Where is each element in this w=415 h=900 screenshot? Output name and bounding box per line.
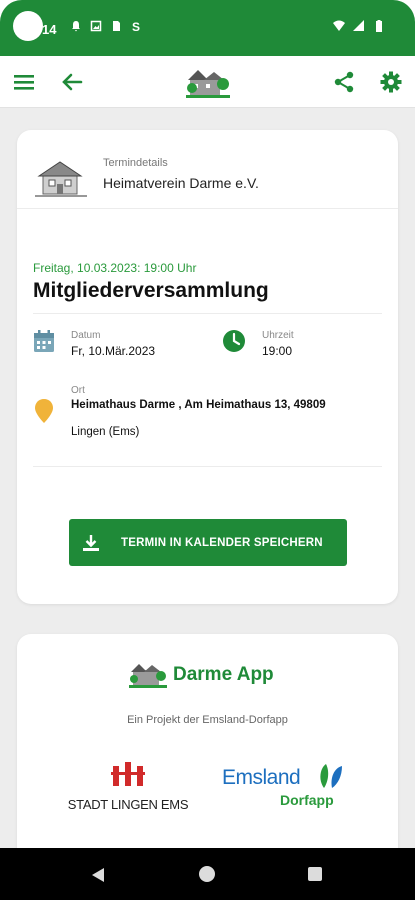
share-button[interactable] <box>330 68 358 96</box>
status-time: 14 <box>42 22 57 37</box>
event-datetime: Freitag, 10.03.2023: 19:00 Uhr <box>33 261 197 275</box>
partner-dorfapp-sub: Dorfapp <box>280 792 334 808</box>
stadt-lingen-logo[interactable]: STADT LINGEN EMS <box>63 762 193 814</box>
share-icon <box>334 71 354 93</box>
battery-icon <box>376 20 382 32</box>
divider <box>33 313 382 314</box>
nav-back-icon[interactable] <box>91 868 105 882</box>
nav-recents-icon[interactable] <box>308 867 322 881</box>
darme-app-logo <box>129 664 167 688</box>
partner-lingen-text: STADT LINGEN EMS <box>67 797 189 812</box>
svg-text:S: S <box>132 20 140 32</box>
app-name: Darme App <box>173 664 274 685</box>
save-to-calendar-button[interactable]: TERMIN IN KALENDER SPEICHERN <box>69 519 347 566</box>
nav-home-icon[interactable] <box>199 866 215 882</box>
back-button[interactable] <box>58 68 86 96</box>
event-title: Mitgliederversammlung <box>33 279 269 302</box>
menu-icon <box>14 75 34 90</box>
gear-icon <box>380 71 402 93</box>
lingen-crest-icon <box>111 762 145 786</box>
clock-icon <box>223 330 245 352</box>
arrow-left-icon <box>62 73 83 91</box>
leaf-icon <box>320 764 342 788</box>
app-bar <box>0 56 415 108</box>
bell-icon <box>72 21 80 32</box>
app-info-card: Darme App Ein Projekt der Emsland-Dorfap… <box>17 634 398 874</box>
organizer-name: Heimatverein Darme e.V. <box>103 175 259 191</box>
settings-button[interactable] <box>377 68 405 96</box>
camera-cutout <box>13 11 43 41</box>
app-subtitle: Ein Projekt der Emsland-Dorfapp <box>127 714 288 726</box>
time-label: Uhrzeit <box>262 330 294 341</box>
calendar-icon <box>34 330 54 352</box>
s-icon: S <box>132 20 140 32</box>
emsland-dorfapp-logo[interactable]: Emsland Dorfapp <box>222 762 352 814</box>
date-value: Fr, 10.Mär.2023 <box>71 344 156 358</box>
village-logo <box>186 70 230 98</box>
location-address: Heimathaus Darme , Am Heimathaus 13, 498… <box>71 399 326 411</box>
signal-icon <box>353 20 364 31</box>
location-pin-icon <box>35 399 53 423</box>
menu-button[interactable] <box>10 68 38 96</box>
partner-emsland-title: Emsland <box>222 766 301 789</box>
organizer-image <box>35 161 87 197</box>
divider <box>17 208 398 209</box>
photo-icon <box>90 20 102 32</box>
sim-icon <box>113 21 120 31</box>
date-label: Datum <box>71 330 101 341</box>
download-icon <box>83 534 99 551</box>
save-to-calendar-label: TERMIN IN KALENDER SPEICHERN <box>121 536 323 549</box>
location-city: Lingen (Ems) <box>71 426 140 438</box>
divider <box>33 466 382 467</box>
time-value: 19:00 <box>262 344 293 358</box>
system-nav-bar <box>0 848 415 900</box>
event-card: Termindetails Heimatverein Darme e.V. Fr… <box>17 130 398 604</box>
organizer-label: Termindetails <box>103 157 168 169</box>
status-bar: 14 S <box>0 0 415 56</box>
wifi-icon <box>333 20 345 31</box>
